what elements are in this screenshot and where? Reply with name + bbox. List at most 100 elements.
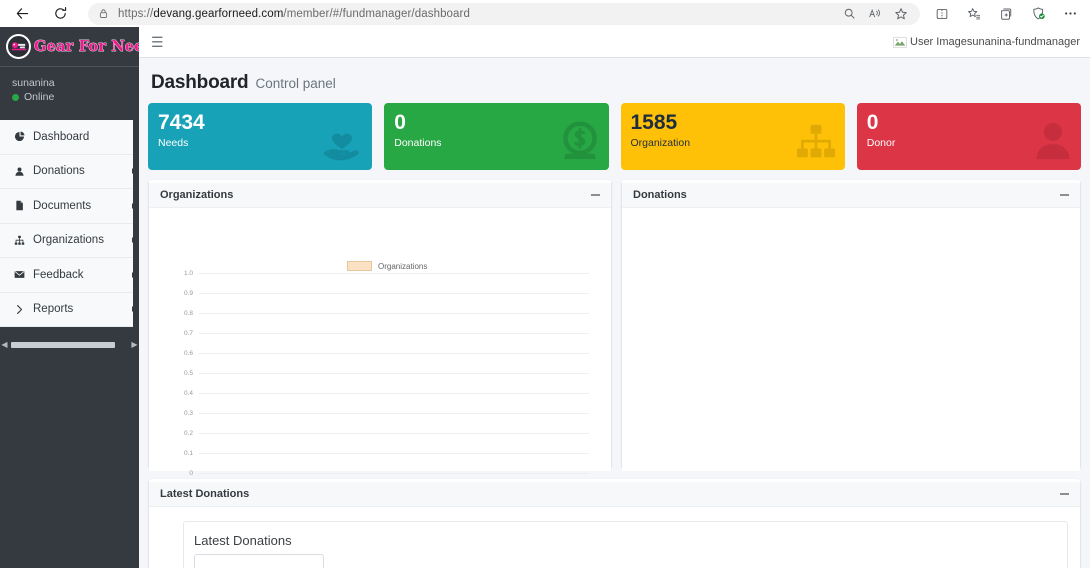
gridline xyxy=(199,433,589,434)
y-tick: 0.2 xyxy=(183,430,193,437)
brand-logo-icon xyxy=(6,34,31,59)
stat-box-donations[interactable]: 0 Donations xyxy=(384,103,609,170)
page-header: Dashboard Control panel xyxy=(139,58,1090,103)
collapse-button[interactable] xyxy=(591,194,600,196)
y-tick: 0.7 xyxy=(183,330,193,337)
latest-donations-inner-title: Latest Donations xyxy=(194,533,292,548)
nav-marker xyxy=(132,237,139,243)
panels-row: Organizations Organizations 1.0 0.9 0.8 … xyxy=(139,170,1090,477)
status-label: Online xyxy=(24,91,55,103)
nav-marker xyxy=(132,272,139,278)
donations-card-body xyxy=(622,208,1080,471)
hamburger-menu-icon[interactable]: ☰ xyxy=(151,35,164,49)
y-tick: 0.3 xyxy=(183,410,193,417)
y-tick: 0.6 xyxy=(183,350,193,357)
browser-essentials-icon[interactable] xyxy=(990,2,1022,26)
more-options-icon[interactable] xyxy=(1054,2,1086,26)
brand-name: Gear For Need xyxy=(34,38,139,56)
dollar-circle-icon xyxy=(559,121,601,166)
user-circle-icon xyxy=(12,166,27,177)
favorite-star-icon[interactable] xyxy=(888,2,914,26)
minus-icon xyxy=(1060,194,1069,196)
organizations-card-title: Organizations xyxy=(160,189,234,201)
organizations-chart[interactable]: Organizations 1.0 0.9 0.8 0.7 0.6 0.5 0.… xyxy=(149,208,611,477)
collapse-button[interactable] xyxy=(1060,493,1069,495)
latest-donations-card-title: Latest Donations xyxy=(160,488,250,500)
avatar-alt-text: User Image xyxy=(910,36,967,48)
refresh-icon[interactable] xyxy=(46,2,74,26)
nav-marker xyxy=(132,306,139,312)
chart-grid: 1.0 0.9 0.8 0.7 0.6 0.5 0.4 0.3 0.2 0.1 … xyxy=(171,270,589,477)
latest-donations-wrap: Latest Donations Latest Donations xyxy=(139,470,1090,568)
topnav-user[interactable]: User Image sunanina-fundmanager xyxy=(893,36,1080,48)
browser-toolbar: https://devang.gearforneed.com/member/#/… xyxy=(0,0,1090,27)
page-title: Dashboard xyxy=(151,72,249,93)
sidebar-user-panel[interactable]: sunanina Online xyxy=(0,67,139,114)
chevron-right-icon xyxy=(12,304,27,315)
y-tick: 0.9 xyxy=(183,290,193,297)
latest-donations-body: Latest Donations xyxy=(149,507,1080,568)
split-screen-icon[interactable] xyxy=(926,2,958,26)
sidebar-label-feedback: Feedback xyxy=(33,268,84,281)
gridline xyxy=(199,353,589,354)
y-tick: 0.4 xyxy=(183,390,193,397)
minus-icon xyxy=(591,194,600,196)
gridline xyxy=(199,333,589,334)
scrollbar-thumb[interactable] xyxy=(11,341,115,348)
gridline xyxy=(199,293,589,294)
sitemap-icon xyxy=(795,123,837,166)
sidebar-item-feedback[interactable]: Feedback xyxy=(0,258,139,293)
sidebar-item-organizations[interactable]: Organizations xyxy=(0,223,139,258)
minus-icon xyxy=(1060,493,1069,495)
read-aloud-icon[interactable] xyxy=(862,2,888,26)
sidebar-item-reports[interactable]: Reports xyxy=(0,292,139,327)
sidebar-label-reports: Reports xyxy=(33,303,74,316)
gridline xyxy=(199,393,589,394)
sidebar-item-donations[interactable]: Donations xyxy=(0,154,139,189)
topnav-username: sunanina-fundmanager xyxy=(966,36,1080,48)
sitemap-icon xyxy=(12,235,27,246)
nav-marker xyxy=(132,168,139,174)
stat-box-donor[interactable]: 0 Donor xyxy=(856,103,1081,170)
envelope-icon xyxy=(12,270,27,279)
sidebar-label-dashboard: Dashboard xyxy=(33,130,90,143)
page-subtitle: Control panel xyxy=(255,76,336,91)
organizations-card: Organizations Organizations 1.0 0.9 0.8 … xyxy=(148,180,612,477)
gridline xyxy=(199,473,589,474)
online-status-dot-icon xyxy=(12,94,19,101)
sidebar: Gear For Need sunanina Online Dashboard … xyxy=(0,27,139,568)
sidebar-horizontal-scrollbar[interactable]: ◀ ▶ xyxy=(0,338,139,351)
y-tick: 0.8 xyxy=(183,310,193,317)
gridline xyxy=(199,273,589,274)
sidebar-brand[interactable]: Gear For Need xyxy=(0,27,139,67)
gridline xyxy=(199,313,589,314)
hand-holding-heart-icon xyxy=(320,121,364,166)
shield-check-icon[interactable] xyxy=(1022,2,1054,26)
file-icon xyxy=(12,200,27,211)
gridline xyxy=(199,413,589,414)
stat-box-organization[interactable]: 1585 Organization xyxy=(620,103,845,170)
search-icon[interactable] xyxy=(836,2,862,26)
address-bar[interactable]: https://devang.gearforneed.com/member/#/… xyxy=(88,2,920,26)
collections-icon[interactable] xyxy=(958,2,990,26)
scrollbar-track[interactable] xyxy=(9,341,130,348)
main-content: ☰ User Image sunanina-fundmanager Dashbo… xyxy=(139,27,1090,568)
sidebar-label-donations: Donations xyxy=(33,165,85,178)
y-tick: 1.0 xyxy=(183,270,193,277)
pie-chart-icon xyxy=(12,131,27,142)
latest-donations-card: Latest Donations Latest Donations xyxy=(148,479,1081,568)
sidebar-nav: Dashboard Donations Documents Organizati… xyxy=(0,120,139,327)
stat-box-needs[interactable]: 7434 Needs xyxy=(148,103,373,170)
back-arrow-icon[interactable] xyxy=(8,2,36,26)
sidebar-label-organizations: Organizations xyxy=(33,234,104,247)
y-tick: 0.5 xyxy=(183,370,193,377)
stat-boxes: 7434 Needs 0 Donations 1585 Organization… xyxy=(139,103,1090,170)
browser-actions xyxy=(926,2,1090,26)
scroll-left-arrow-icon[interactable]: ◀ xyxy=(0,340,9,349)
scroll-right-arrow-icon[interactable]: ▶ xyxy=(130,340,139,349)
donations-card: Donations xyxy=(621,180,1081,471)
sidebar-item-documents[interactable]: Documents xyxy=(0,189,139,224)
collapse-button[interactable] xyxy=(1060,194,1069,196)
latest-donations-input[interactable] xyxy=(194,554,324,568)
sidebar-item-dashboard[interactable]: Dashboard xyxy=(0,120,133,155)
